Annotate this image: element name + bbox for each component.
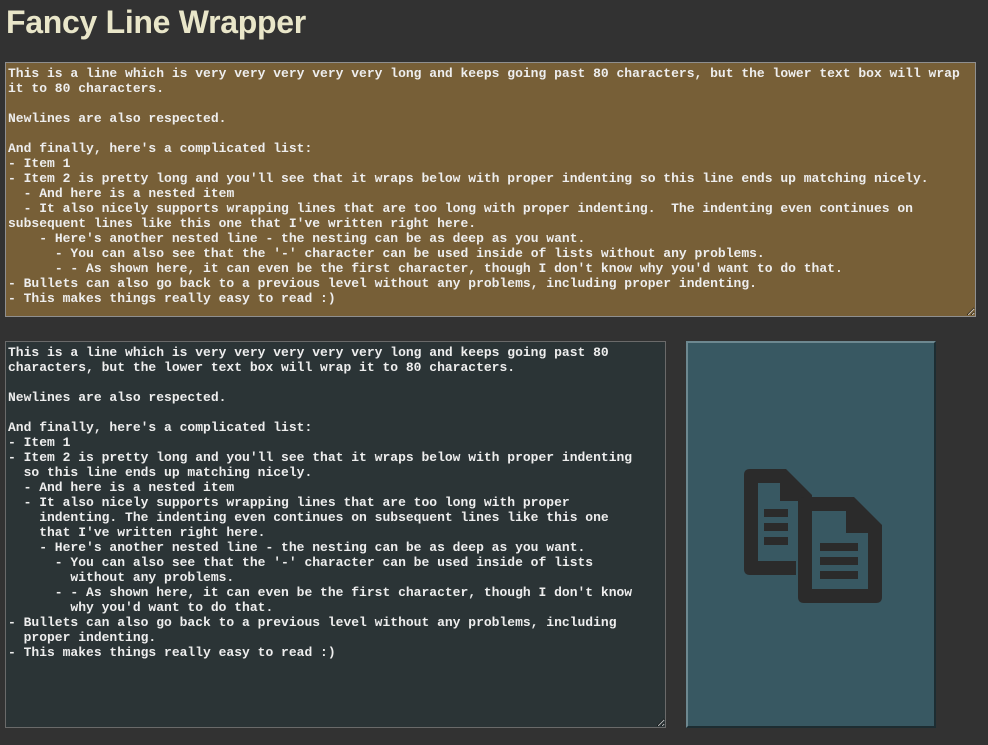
input-textarea[interactable]: This is a line which is very very very v… (5, 62, 976, 317)
app-title: Fancy Line Wrapper (6, 4, 306, 40)
output-textarea[interactable]: This is a line which is very very very v… (5, 341, 666, 728)
copy-button[interactable] (686, 341, 936, 728)
copy-documents-icon (744, 469, 882, 603)
